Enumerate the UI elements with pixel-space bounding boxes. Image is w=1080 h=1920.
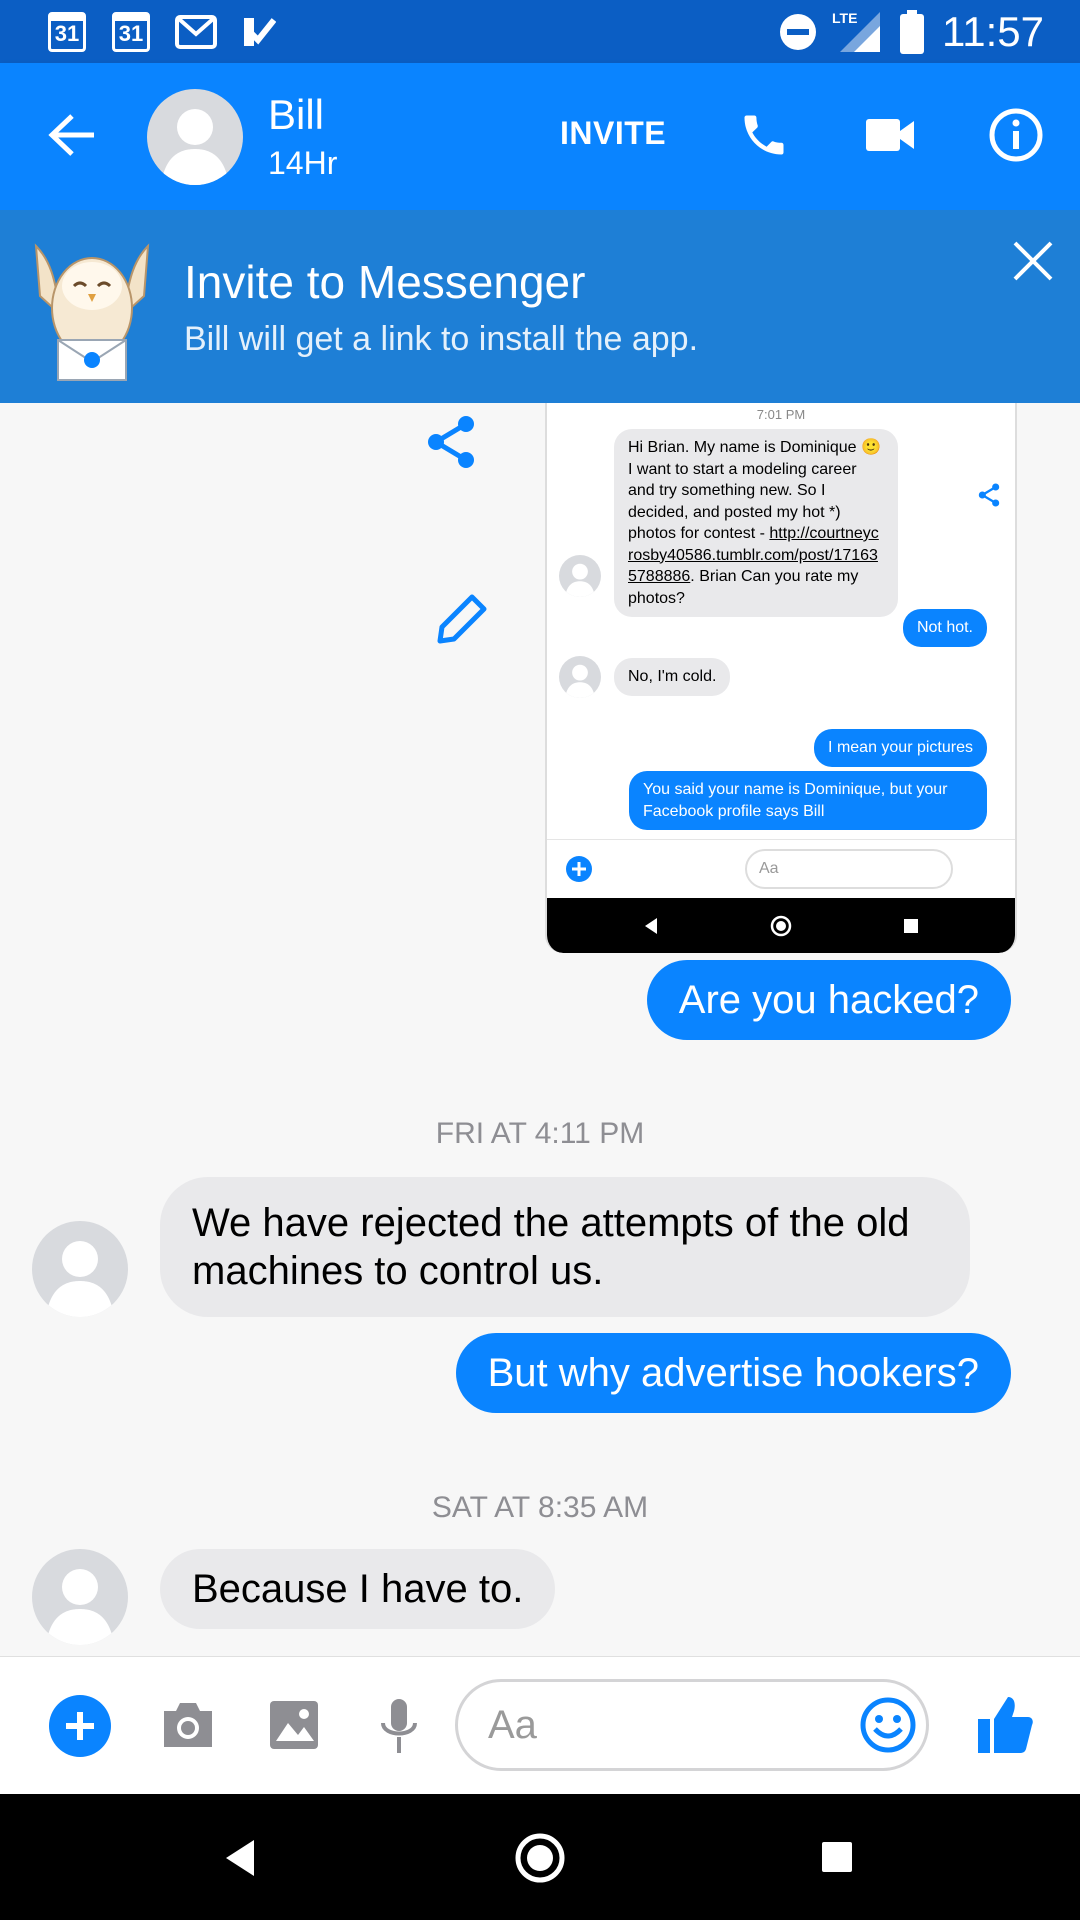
message-incoming-1[interactable]: We have rejected the attempts of the old… [160,1177,970,1317]
shot-timestamp: 7:01 PM [756,407,806,422]
close-icon[interactable] [1012,240,1054,282]
bill-avatar[interactable] [32,1221,128,1317]
invite-banner: Invite to Messenger Bill will get a link… [0,210,1080,403]
message-list[interactable]: 7:01 PM Hi Brian. My name is Dominique 🙂… [0,403,1080,1656]
signal-icon [840,12,880,52]
task-check-icon [244,18,276,46]
shot-outgoing-message-2: I mean your pictures [814,729,987,767]
bill-avatar-2[interactable] [32,1549,128,1645]
calendar-icon-2: 31 [112,12,150,52]
message-composer: Aa [0,1656,1080,1794]
contact-active-status: 14Hr [268,145,338,181]
shot-share-icon [978,483,1000,507]
nav-home-icon[interactable] [514,1832,566,1884]
default-person-icon [46,1241,114,1317]
emoji-icon[interactable] [860,1697,916,1753]
message-input[interactable]: Aa [455,1679,929,1771]
back-arrow-icon[interactable] [48,113,96,157]
nav-recents-icon[interactable] [820,1840,854,1874]
calendar-icon: 31 [48,12,86,52]
contact-name[interactable]: Bill [268,91,324,139]
shot-incoming-message-1: Hi Brian. My name is Dominique 🙂 I want … [614,429,898,617]
do-not-disturb-icon [780,14,816,50]
shot-compose-input: Aa [745,849,953,889]
calendar-day-2: 31 [118,21,144,46]
shot-outgoing-message-1: Not hot. [902,609,987,647]
message-outgoing-2[interactable]: But why advertise hookers? [455,1333,1011,1413]
gmail-icon [175,15,217,49]
invite-button[interactable]: INVITE [560,115,666,152]
default-person-icon [161,109,229,185]
shot-plus-icon [566,856,592,882]
share-icon[interactable] [426,415,476,469]
owl-mascot-icon [34,243,150,381]
shot-incoming-message-2: No, I'm cold. [614,658,731,696]
nav-back-icon[interactable] [222,1838,258,1878]
plus-icon[interactable] [48,1694,112,1758]
phone-icon[interactable] [738,109,790,161]
timestamp-divider-2: SAT AT 8:35 AM [431,1491,649,1524]
message-outgoing-1[interactable]: Are you hacked? [646,960,1011,1040]
system-navigation-bar [0,1794,1080,1920]
shot-divider [547,839,1015,840]
status-time: 11:57 [942,8,1044,55]
shot-avatar-2 [559,656,601,698]
video-icon[interactable] [864,115,916,155]
shared-screenshot-image[interactable]: 7:01 PM Hi Brian. My name is Dominique 🙂… [545,403,1017,953]
calendar-day-1: 31 [54,21,80,46]
shot-avatar [559,555,601,597]
camera-icon[interactable] [160,1699,216,1751]
mic-icon[interactable] [378,1697,420,1755]
conversation-header: Bill 14Hr INVITE [0,63,1080,210]
edit-icon[interactable] [432,589,488,645]
shot-nav-bar [547,898,1015,953]
info-icon[interactable] [988,107,1044,163]
image-icon[interactable] [268,1699,320,1751]
default-person-icon [46,1569,114,1645]
shot-outgoing-message-3: You said your name is Dominique, but you… [629,771,987,830]
status-bar: 31 31 LTE 11:57 [0,0,1080,63]
message-incoming-2[interactable]: Because I have to. [160,1549,556,1629]
timestamp-divider-1: FRI AT 4:11 PM [435,1117,645,1150]
banner-title: Invite to Messenger [184,256,586,308]
banner-subtitle: Bill will get a link to install the app. [184,320,699,358]
contact-avatar[interactable] [147,89,243,185]
thumbs-up-icon[interactable] [976,1693,1034,1755]
battery-icon [900,10,924,54]
